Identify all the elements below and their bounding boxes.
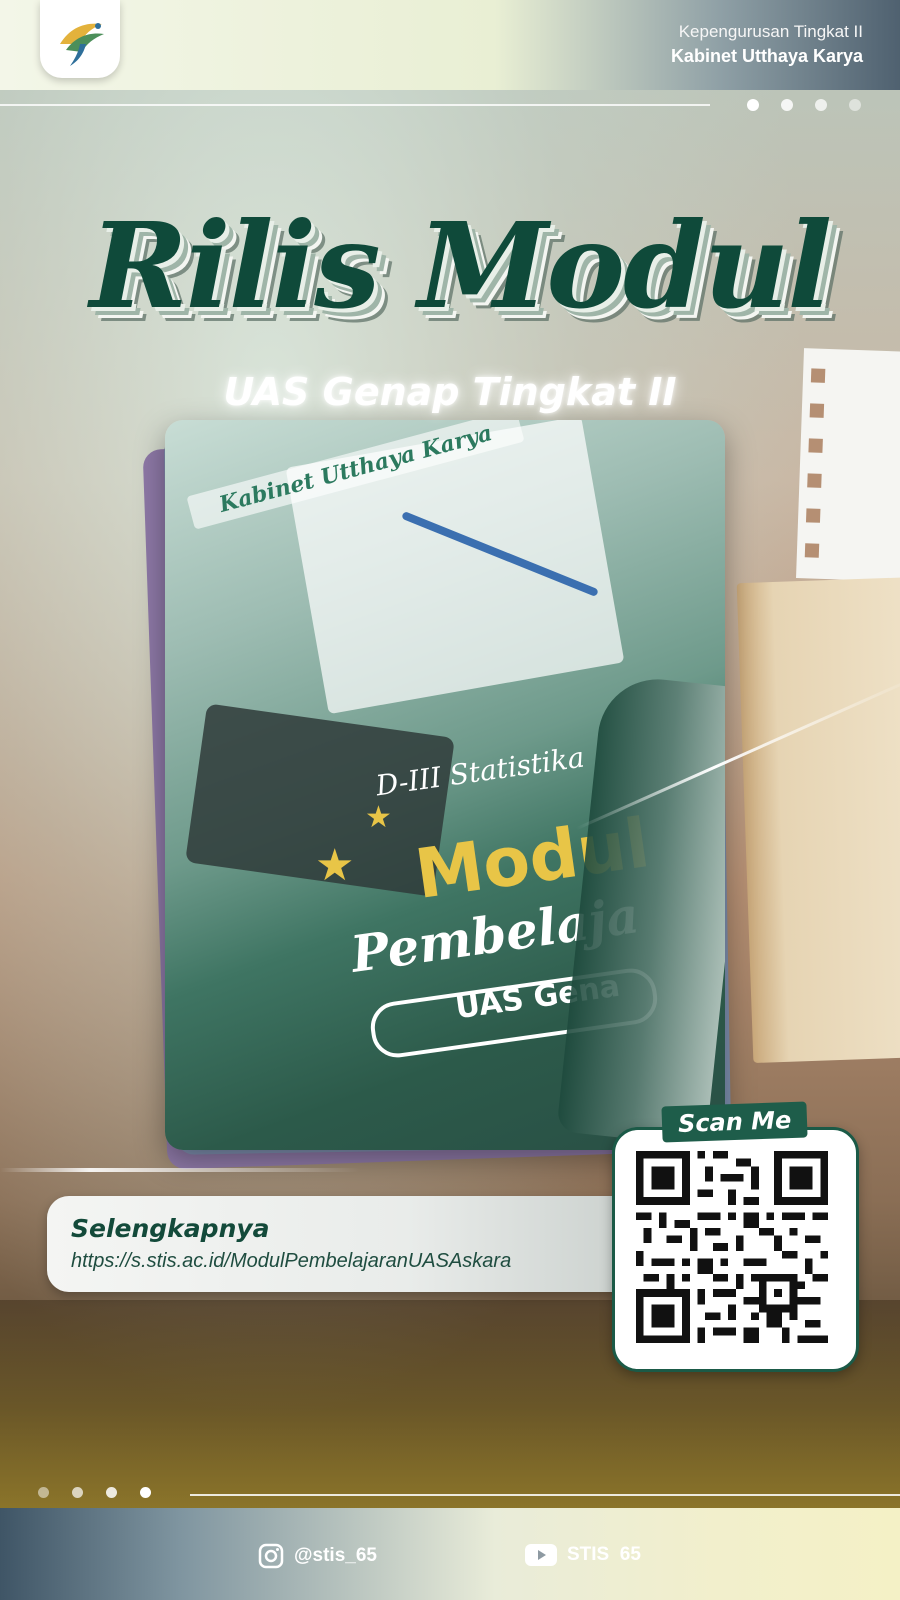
- top-divider: [0, 104, 710, 106]
- logo-tile: [40, 0, 120, 78]
- cover-front: Kabinet Utthaya Karya D-III Statistika ★…: [165, 420, 725, 1150]
- page-dot: [38, 1487, 49, 1498]
- more-info-card[interactable]: Selengkapnya https://s.stis.ac.id/ModulP…: [47, 1196, 647, 1292]
- scan-me-label: Scan Me: [661, 1101, 808, 1143]
- header-title: Kabinet Utthaya Karya: [670, 46, 863, 66]
- instagram-link[interactable]: @stis_65: [258, 1543, 377, 1569]
- hero-subtitle: UAS Genap Tingkat II: [223, 370, 677, 414]
- qr-code[interactable]: [636, 1151, 828, 1343]
- youtube-channel: STIS 65: [567, 1544, 641, 1565]
- hero-title: Rilis Modul: [89, 196, 833, 335]
- page-dot: [781, 99, 793, 111]
- footer-bar: [0, 1508, 900, 1600]
- instagram-icon: [258, 1543, 284, 1569]
- header-subtitle: Kepengurusan Tingkat II: [678, 22, 863, 41]
- page-dot: [747, 99, 759, 111]
- star-icon: ★: [315, 841, 355, 890]
- star-icon: ★: [365, 801, 392, 834]
- instagram-handle: @stis_65: [294, 1545, 377, 1566]
- youtube-icon: [525, 1544, 557, 1566]
- bottom-divider: [190, 1494, 900, 1496]
- youtube-link[interactable]: STIS 65: [525, 1543, 641, 1567]
- bird-logo-icon: [60, 23, 104, 66]
- module-cover: Kabinet Utthaya Karya D-III Statistika ★…: [142, 420, 732, 1170]
- page-dot: [815, 99, 827, 111]
- more-info-heading: Selengkapnya: [71, 1214, 270, 1243]
- open-book: [736, 577, 900, 1063]
- page-dot: [140, 1487, 151, 1498]
- page-dot: [849, 99, 861, 111]
- module-link[interactable]: https://s.stis.ac.id/ModulPembelajaranUA…: [71, 1250, 511, 1273]
- page-dot: [106, 1487, 117, 1498]
- header-bar: [0, 0, 900, 90]
- page-dot: [72, 1487, 83, 1498]
